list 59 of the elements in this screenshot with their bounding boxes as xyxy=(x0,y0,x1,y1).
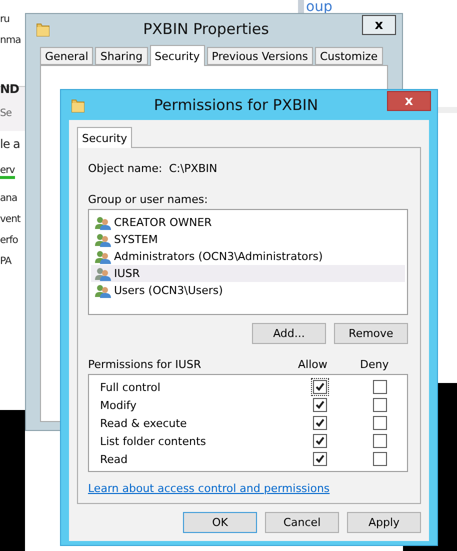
dialog-button[interactable]: OK xyxy=(183,512,257,533)
tab[interactable]: Security xyxy=(77,127,132,148)
background-text: le a xyxy=(0,137,20,151)
dialog-button[interactable]: Remove xyxy=(334,323,408,344)
window-title: Permissions for PXBIN xyxy=(152,96,320,114)
users-icon xyxy=(95,216,111,230)
users-icon xyxy=(95,232,111,246)
deny-checkbox[interactable] xyxy=(373,434,387,448)
deny-checkbox[interactable] xyxy=(373,398,387,412)
group-list-item[interactable]: CREATOR OWNER xyxy=(91,214,405,231)
allow-checkbox[interactable] xyxy=(313,434,327,448)
background-text: PA xyxy=(0,256,12,267)
deny-checkbox[interactable] xyxy=(373,380,387,394)
permission-name: Modify xyxy=(99,398,138,412)
dialog-button[interactable]: Add... xyxy=(252,323,326,344)
close-button[interactable]: x xyxy=(387,91,431,111)
permission-name: Full control xyxy=(99,380,162,394)
window-title: PXBIN Properties xyxy=(142,20,270,38)
permission-name: List folder contents xyxy=(99,434,207,448)
column-header: Deny xyxy=(360,358,389,371)
folder-icon xyxy=(36,21,50,37)
permission-name: Read & execute xyxy=(99,416,188,430)
allow-checkbox[interactable] xyxy=(313,452,327,466)
dialog-button[interactable]: Cancel xyxy=(265,512,339,533)
permission-name: Read xyxy=(99,452,129,466)
field-label: Object name: xyxy=(88,162,164,175)
help-link[interactable]: Learn about access control and permissions xyxy=(88,482,408,495)
users-icon xyxy=(95,266,111,280)
section-label: Permissions for IUSR xyxy=(88,358,202,371)
tab[interactable]: General xyxy=(40,47,94,65)
allow-checkbox[interactable] xyxy=(313,398,327,412)
group-list-item[interactable]: SYSTEM xyxy=(91,231,405,248)
tab[interactable]: Customize xyxy=(314,47,383,65)
background-text: nma xyxy=(0,35,21,46)
allow-checkbox[interactable] xyxy=(313,416,327,430)
group-list-item[interactable]: IUSR xyxy=(91,265,405,282)
users-icon xyxy=(95,250,111,264)
background-panel xyxy=(0,86,25,131)
section-label: Group or user names: xyxy=(88,193,209,206)
tab[interactable]: Sharing xyxy=(95,47,148,65)
background-text: Se xyxy=(0,108,12,119)
background-text: vent xyxy=(0,214,20,225)
column-header: Allow xyxy=(298,358,328,371)
tab[interactable]: Security xyxy=(150,45,205,66)
users-icon xyxy=(95,284,111,298)
object-name-text: C:\PXBIN xyxy=(169,162,218,175)
dialog-button[interactable]: Apply xyxy=(347,512,421,533)
close-button[interactable]: x xyxy=(362,15,396,35)
background-text: ND xyxy=(0,82,20,96)
background-text: erv xyxy=(0,165,15,179)
background-text: erfo xyxy=(0,235,18,246)
group-list-item[interactable]: Users (OCN3\Users) xyxy=(91,282,405,299)
background-text: ana xyxy=(0,193,18,204)
group-list-item[interactable]: Administrators (OCN3\Administrators) xyxy=(91,248,405,265)
tab[interactable]: Previous Versions xyxy=(206,47,313,65)
deny-checkbox[interactable] xyxy=(373,452,387,466)
folder-icon xyxy=(71,97,85,113)
deny-checkbox[interactable] xyxy=(373,416,387,430)
background-text: ru xyxy=(0,14,10,25)
